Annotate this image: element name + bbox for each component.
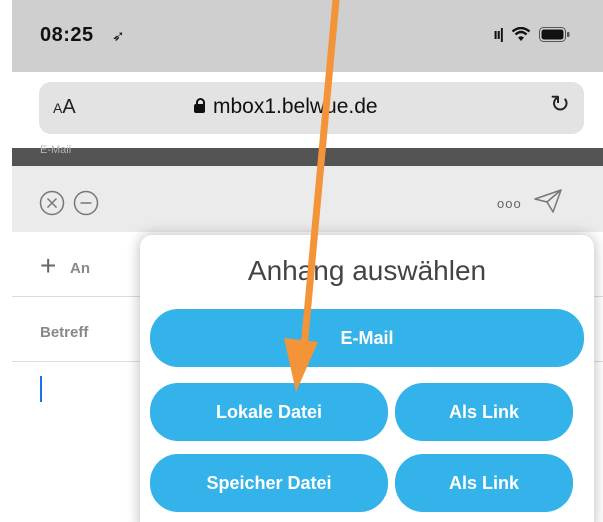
- annotation-arrow: [284, 0, 340, 392]
